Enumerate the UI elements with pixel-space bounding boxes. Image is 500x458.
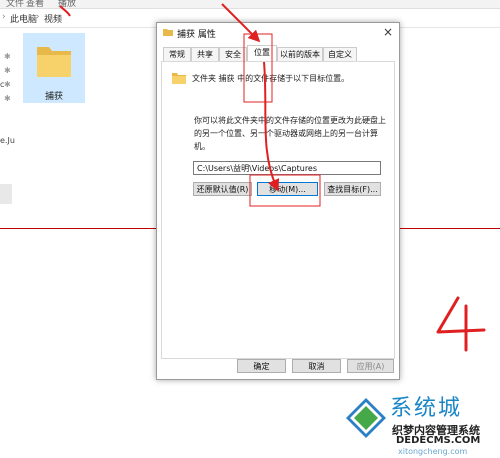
move-button[interactable]: 移动(M)... [257, 182, 318, 196]
tab-strip: 常规 共享 安全 位置 以前的版本 自定义 [161, 45, 395, 62]
location-description: 文件夹 捕获 中的文件存储于以下目标位置。 [192, 74, 350, 83]
breadcrumb-this-pc[interactable]: 此电脑 [10, 12, 37, 25]
watermark-domain: DEDECMS.COM [396, 435, 481, 446]
properties-dialog: 捕获 属性 × 常规 共享 安全 位置 以前的版本 自定义 文件夹 捕获 中的文… [156, 22, 400, 380]
breadcrumb-separator: › [2, 12, 6, 22]
pin-icon[interactable]: ✱ [4, 80, 11, 89]
tab-security[interactable]: 安全 [219, 47, 247, 61]
watermark: 系统城 织梦内容管理系统 DEDECMS.COM xitongcheng.com [340, 382, 500, 458]
dialog-title: 捕获 属性 [177, 30, 216, 40]
ribbon-tab-play[interactable]: 播放 [58, 0, 76, 9]
folder-item-captures[interactable]: 捕获 [23, 33, 85, 103]
breadcrumb-videos[interactable]: 视频 [44, 12, 62, 25]
folder-label: 捕获 [44, 92, 63, 102]
location-path-input[interactable]: C:\Users\益明\Videos\Captures [193, 161, 381, 175]
pin-icon[interactable]: ✱ [4, 94, 11, 103]
tab-customize[interactable]: 自定义 [323, 47, 357, 61]
annotation-number-text: 4 [432, 292, 433, 293]
close-icon[interactable]: × [383, 25, 393, 39]
tab-general[interactable]: 常规 [163, 47, 191, 61]
ribbon-tabs: 文件 查看 播放 [0, 0, 500, 9]
dialog-titlebar[interactable]: 捕获 属性 × [157, 23, 399, 43]
pin-icon[interactable]: ✱ [4, 66, 11, 75]
tab-location[interactable]: 位置 [247, 45, 277, 62]
find-target-button[interactable]: 查找目标(F)... [324, 182, 381, 196]
folder-icon [37, 47, 71, 77]
folder-icon [163, 29, 173, 36]
tab-sharing[interactable]: 共享 [191, 47, 219, 61]
apply-button[interactable]: 应用(A) [347, 359, 394, 373]
move-instructions: 你可以将此文件夹中的文件存储的位置更改为此硬盘上的另一个位置、另一个驱动器或网络… [194, 116, 386, 151]
watermark-url: xitongcheng.com [398, 447, 468, 456]
tab-previous-versions[interactable]: 以前的版本 [277, 47, 323, 61]
ribbon-tab-view[interactable]: 查看 [26, 0, 44, 9]
folder-icon [172, 73, 186, 84]
restore-default-button[interactable]: 还原默认值(R) [193, 182, 252, 196]
annotation-number: 4 [432, 292, 486, 352]
ok-button[interactable]: 确定 [237, 359, 286, 373]
windows-logo-icon [346, 398, 386, 438]
pin-icon[interactable]: ✱ [4, 52, 11, 61]
breadcrumb-separator: › [36, 12, 40, 22]
watermark-brand: 系统城 [390, 396, 463, 421]
ribbon-tab-file[interactable]: 文件 [6, 0, 24, 9]
nav-item-label[interactable]: e.Ju [0, 136, 15, 145]
nav-selection-block [0, 184, 12, 204]
location-panel: 文件夹 捕获 中的文件存储于以下目标位置。 你可以将此文件夹中的文件存储的位置更… [161, 61, 395, 359]
cancel-button[interactable]: 取消 [292, 359, 341, 373]
